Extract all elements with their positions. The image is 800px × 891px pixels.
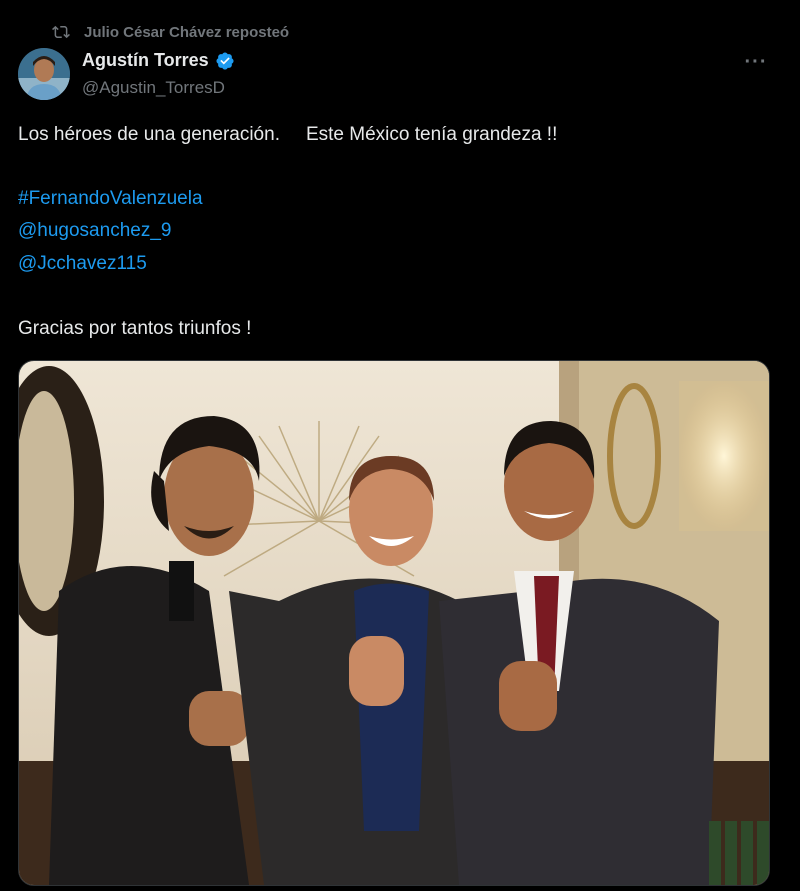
mention-link-jcchavez[interactable]: @Jcchavez115: [18, 253, 147, 275]
mention-link-hugosanchez[interactable]: @hugosanchez_9: [18, 220, 171, 242]
tweet-text-part-2: Este México tenía grandeza !!: [305, 124, 558, 145]
photo-image: [19, 361, 769, 885]
repost-label: Julio César Chávez reposteó: [84, 23, 290, 41]
tweet-closing-text: Gracias por tantos triunfos !: [18, 318, 252, 339]
avatar-image: [18, 48, 70, 100]
author-name[interactable]: Agustín Torres: [82, 50, 209, 71]
repost-icon: [52, 25, 70, 39]
hashtag-link[interactable]: #FernandoValenzuela: [18, 188, 203, 210]
author-handle[interactable]: @Agustin_TorresD: [82, 78, 225, 98]
verified-badge-icon: [216, 51, 234, 70]
tweet-line-1: Los héroes de una generación. Este México…: [18, 124, 557, 146]
avatar[interactable]: [18, 48, 70, 100]
more-options-button[interactable]: ···: [742, 48, 770, 76]
repost-header[interactable]: Julio César Chávez reposteó: [52, 20, 289, 44]
tweet-text-part-1: Los héroes de una generación.: [18, 124, 280, 145]
tweet-photo[interactable]: [18, 360, 770, 886]
author-name-row[interactable]: Agustín Torres: [82, 50, 235, 71]
